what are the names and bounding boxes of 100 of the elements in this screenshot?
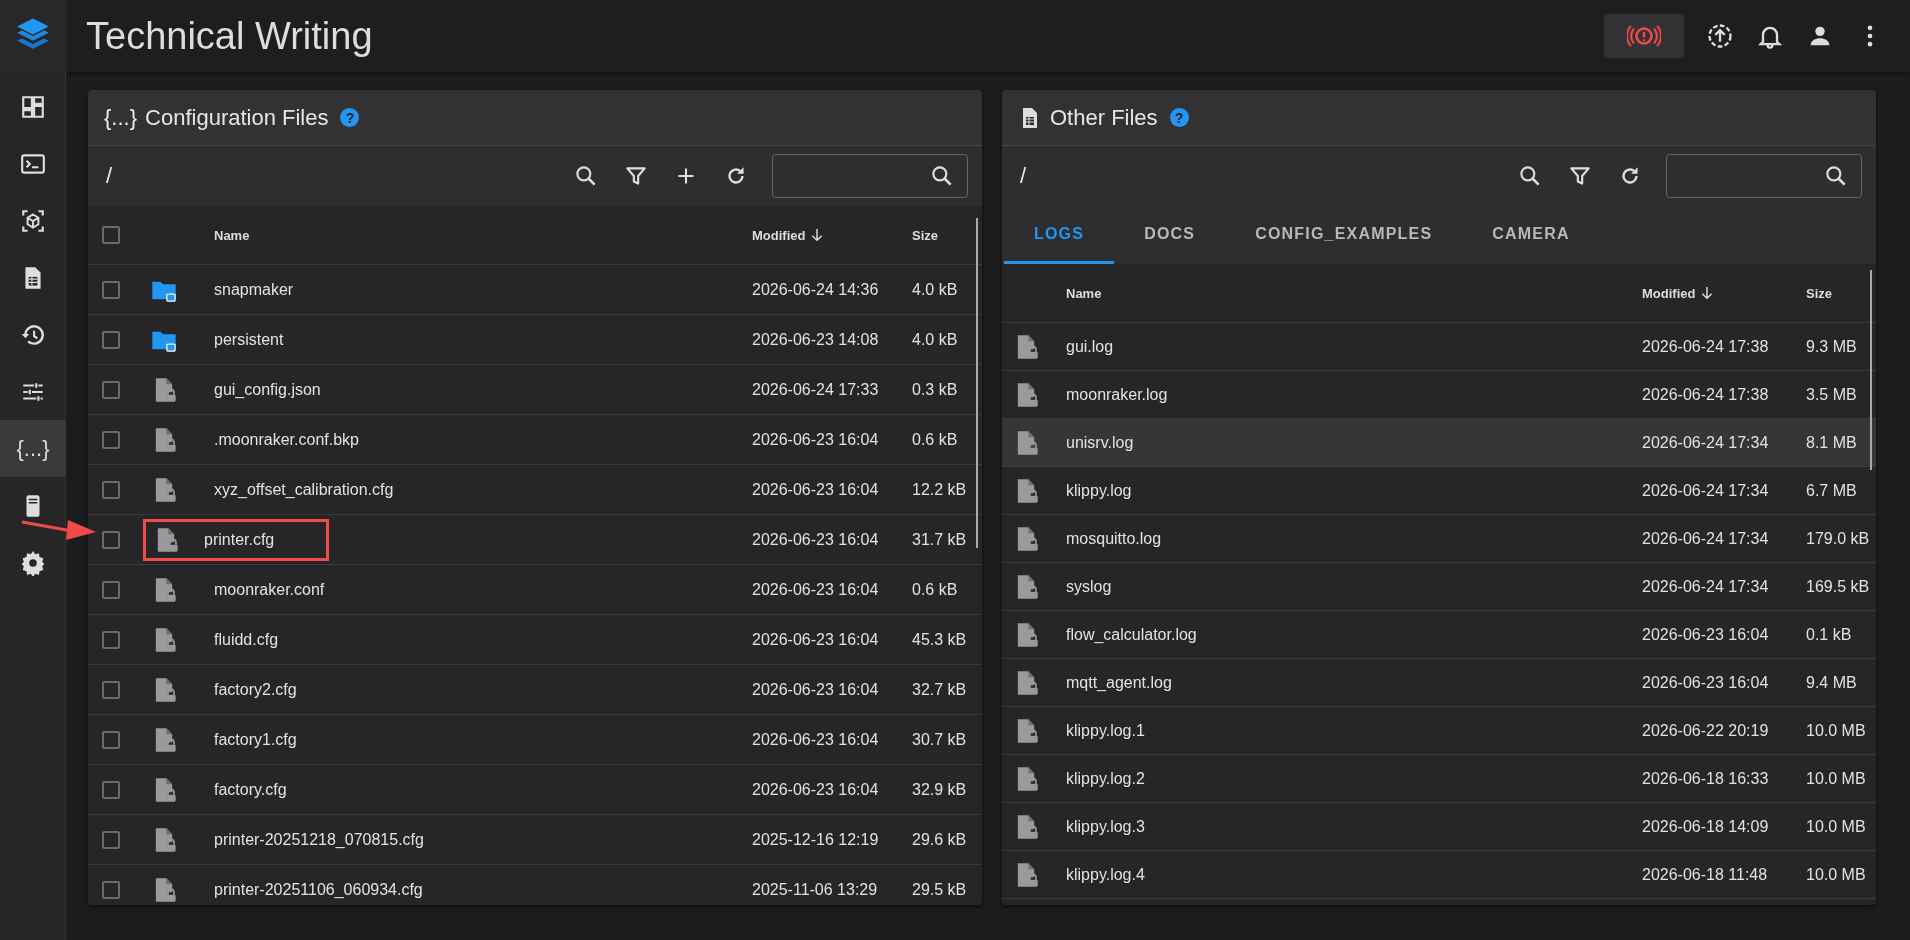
panel-title: Other Files (1050, 104, 1158, 131)
tab[interactable]: LOGS (1004, 206, 1115, 264)
size-cell-text: 45.3 kB (912, 630, 968, 649)
size-cell-text: 12.2 kB (912, 480, 968, 499)
size-cell-text: 0.6 kB (912, 430, 959, 449)
column-header[interactable]: Size (912, 227, 938, 243)
panel-title: Configuration Files (145, 104, 329, 131)
settings-icon (20, 549, 46, 576)
select-all-checkbox[interactable] (102, 226, 120, 244)
file-name[interactable]: klippy.log.2 (1066, 769, 1145, 787)
file-name[interactable]: fluidd.cfg (214, 630, 279, 648)
upload-icon[interactable] (1706, 22, 1734, 50)
column-header[interactable]: Modified (752, 227, 806, 243)
help-button[interactable]: ? (1169, 108, 1189, 127)
file-name[interactable]: printer.cfg (204, 530, 275, 549)
checkbox[interactable] (102, 830, 120, 849)
modified-cell-text: 2026-06-24 17:33 (752, 380, 880, 399)
file-name[interactable]: klippy.log.3 (1066, 817, 1145, 835)
modified-cell-text: 2026-06-18 16:33 (1642, 769, 1770, 788)
size-cell-text: 10.0 MB (1806, 817, 1867, 836)
modified-cell-text: 2026-06-23 16:04 (752, 630, 880, 649)
modified-cell-text: 2025-12-16 12:19 (752, 830, 880, 849)
emergency-stop-button[interactable] (1604, 14, 1684, 58)
modified-cell-text: 2026-06-24 17:34 (1642, 481, 1770, 500)
file-name[interactable]: factory1.cfg (214, 730, 297, 748)
checkbox[interactable] (102, 630, 120, 649)
file-name[interactable]: unisrv.log (1066, 433, 1134, 451)
checkbox[interactable] (102, 580, 120, 599)
file-name[interactable]: klippy.log.4 (1066, 865, 1145, 883)
size-cell-text: 0.6 kB (912, 580, 959, 599)
help-button[interactable]: ? (340, 108, 360, 127)
modified-cell-text: 2026-06-24 17:34 (1642, 577, 1770, 596)
file-name[interactable]: factory.cfg (214, 780, 287, 798)
file-name[interactable]: flow_calculator.log (1066, 625, 1197, 643)
file-name[interactable]: printer-20251106_060934.cfg (214, 880, 423, 898)
modified-cell-text: 2026-06-24 17:34 (1642, 529, 1770, 548)
file-name[interactable]: moonraker.log (1066, 385, 1168, 403)
checkbox[interactable] (102, 430, 120, 449)
tab[interactable]: CAMERA (1462, 206, 1600, 264)
column-header[interactable]: Modified (1642, 285, 1696, 301)
braces-icon: {...} (104, 104, 138, 131)
size-cell-text: 6.7 MB (1806, 481, 1858, 500)
modified-cell-text: 2026-06-24 17:38 (1642, 337, 1770, 356)
modified-cell-text: 2026-06-24 17:38 (1642, 385, 1770, 404)
checkbox[interactable] (102, 380, 120, 399)
modified-cell-text: 2026-06-22 20:19 (1642, 721, 1770, 740)
size-cell-text: 179.0 kB (1806, 529, 1871, 548)
column-header[interactable]: Size (1806, 285, 1832, 301)
checkbox[interactable] (102, 330, 120, 349)
folder-path: / (106, 163, 114, 189)
selected-row[interactable]: unisrv.log 2026-06-24 17:34 8.1 MB (1002, 419, 1876, 467)
checkbox[interactable] (102, 880, 120, 899)
tab[interactable]: CONFIG_EXAMPLES (1225, 206, 1463, 264)
file-name[interactable]: persistent (214, 330, 284, 348)
size-cell-text: 10.0 MB (1806, 865, 1867, 884)
size-cell-text: 9.4 MB (1806, 673, 1858, 692)
app-title: Technical Writing (86, 14, 374, 58)
checkbox[interactable] (102, 530, 120, 549)
file-name[interactable]: klippy.log (1066, 481, 1132, 499)
modified-cell-text: 2026-06-23 16:04 (752, 580, 880, 599)
file-name[interactable]: factory2.cfg (214, 680, 297, 698)
modified-cell-text: 2026-06-24 17:34 (1642, 433, 1770, 452)
search-field[interactable] (1666, 154, 1862, 198)
scrollbar[interactable] (1870, 270, 1872, 470)
file-name[interactable]: gui_config.json (214, 380, 321, 398)
modified-cell-text: 2026-06-23 16:04 (752, 780, 880, 799)
checkbox[interactable] (102, 280, 120, 299)
sidebar-item[interactable]: {...} (0, 420, 66, 477)
file-name[interactable]: .moonraker.conf.bkp (214, 430, 359, 448)
modified-cell-text: 2026-06-24 14:36 (752, 280, 880, 299)
file-name[interactable]: snapmaker (214, 280, 294, 298)
file-name[interactable]: gui.log (1066, 337, 1114, 355)
size-cell-text: 169.5 kB (1806, 577, 1871, 596)
checkbox[interactable] (102, 730, 120, 749)
size-cell-text: 30.7 kB (912, 730, 968, 749)
file-name[interactable]: syslog (1066, 577, 1112, 595)
cube-icon (20, 207, 46, 234)
size-cell-text: 8.1 MB (1806, 433, 1858, 452)
size-cell-text: 31.7 kB (912, 530, 968, 549)
file-name[interactable]: moonraker.conf (214, 580, 325, 598)
modified-cell-text: 2026-06-18 14:09 (1642, 817, 1770, 836)
file-name[interactable]: printer-20251218_070815.cfg (214, 830, 424, 848)
checkbox[interactable] (102, 780, 120, 799)
file-name[interactable]: xyz_offset_calibration.cfg (214, 480, 394, 498)
dashboard-icon (20, 93, 46, 120)
search-field[interactable] (772, 154, 968, 198)
scrollbar[interactable] (976, 218, 978, 548)
file-name[interactable]: klippy.log.1 (1066, 721, 1145, 739)
checkbox[interactable] (102, 680, 120, 699)
modified-cell-text: 2026-06-23 16:04 (752, 680, 880, 699)
tab[interactable]: DOCS (1114, 206, 1226, 264)
modified-cell-text: 2026-06-23 16:04 (752, 480, 880, 499)
size-cell-text: 4.0 kB (912, 330, 959, 349)
modified-cell-text: 2026-06-18 11:48 (1642, 865, 1769, 884)
file-name[interactable]: mosquitto.log (1066, 529, 1162, 547)
file-name[interactable]: mqtt_agent.log (1066, 673, 1172, 691)
column-header[interactable]: Name (1066, 285, 1102, 301)
size-cell-text: 29.5 kB (912, 880, 968, 899)
column-header[interactable]: Name (214, 227, 250, 243)
checkbox[interactable] (102, 480, 120, 499)
